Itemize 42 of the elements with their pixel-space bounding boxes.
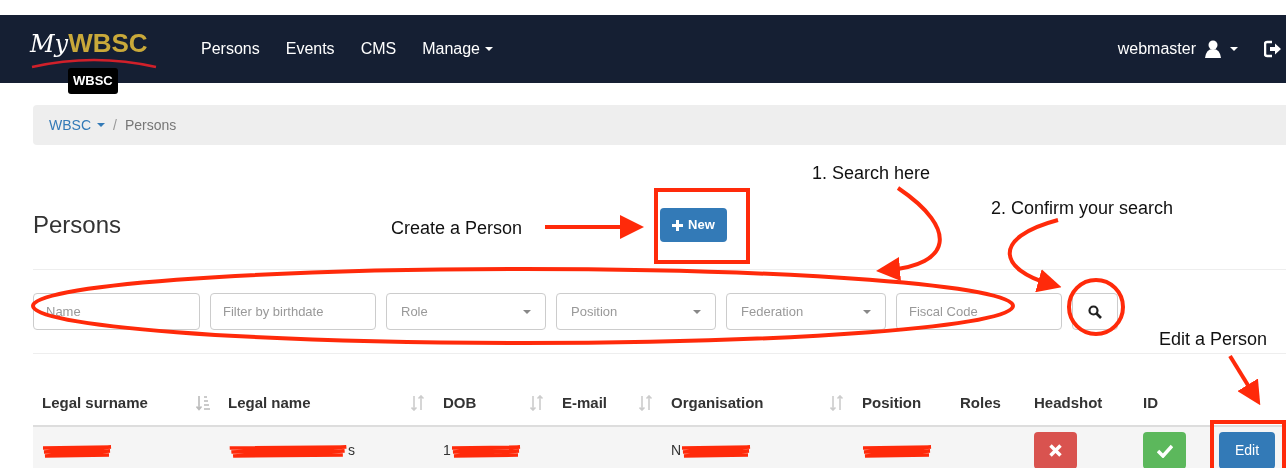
redaction-scribble [862, 443, 932, 458]
nav-link[interactable]: Events [272, 37, 348, 61]
page-title: Persons [33, 210, 122, 240]
nav-link[interactable]: Persons [188, 37, 273, 61]
filter-field[interactable]: Fiscal Code [896, 293, 1062, 330]
sort-icon[interactable] [830, 395, 844, 412]
plus-icon [672, 219, 684, 231]
arrow [1228, 354, 1261, 406]
close-icon [1049, 444, 1062, 457]
nav-link[interactable]: CMS [347, 37, 410, 61]
sort-icon[interactable] [530, 395, 544, 412]
redaction-scribble [42, 443, 112, 458]
annotation-text: 1. Search here [812, 162, 931, 185]
edit-button[interactable]: Edit [1219, 432, 1275, 468]
breadcrumb-link[interactable]: WBSC [49, 114, 105, 136]
check-icon [1156, 443, 1173, 458]
breadcrumb-separator: / [113, 115, 117, 135]
cell-text: 1 [443, 441, 451, 460]
breadcrumb-current: Persons [124, 115, 177, 135]
check-button[interactable] [1143, 432, 1186, 468]
cross-button[interactable] [1034, 432, 1077, 468]
search-button[interactable] [1072, 293, 1118, 330]
tooltip: WBSC [68, 68, 118, 94]
sort-icon[interactable] [196, 395, 210, 412]
annotation-text: Edit a Person [1159, 328, 1268, 351]
cell-text: N [671, 441, 682, 460]
annotation-text: Create a Person [391, 217, 523, 240]
redaction-scribble [450, 443, 521, 458]
user-menu[interactable]: webmaster [1104, 37, 1251, 61]
filter-field[interactable]: Filter by birthdate [210, 293, 376, 330]
new-button[interactable]: New [660, 208, 727, 242]
logout-icon[interactable] [1264, 40, 1282, 58]
sort-icon[interactable] [639, 395, 653, 412]
cell-text: s [348, 441, 355, 460]
filter-field[interactable]: Name [33, 293, 200, 330]
nav-link[interactable]: Manage [409, 37, 506, 61]
sort-icon[interactable] [411, 395, 425, 412]
highlight-circle [1067, 278, 1125, 336]
redaction-scribble [681, 443, 752, 458]
logo[interactable]: MyWBSC [30, 29, 158, 69]
search-icon [1088, 304, 1102, 319]
annotation-text: 2. Confirm your search [991, 197, 1174, 220]
